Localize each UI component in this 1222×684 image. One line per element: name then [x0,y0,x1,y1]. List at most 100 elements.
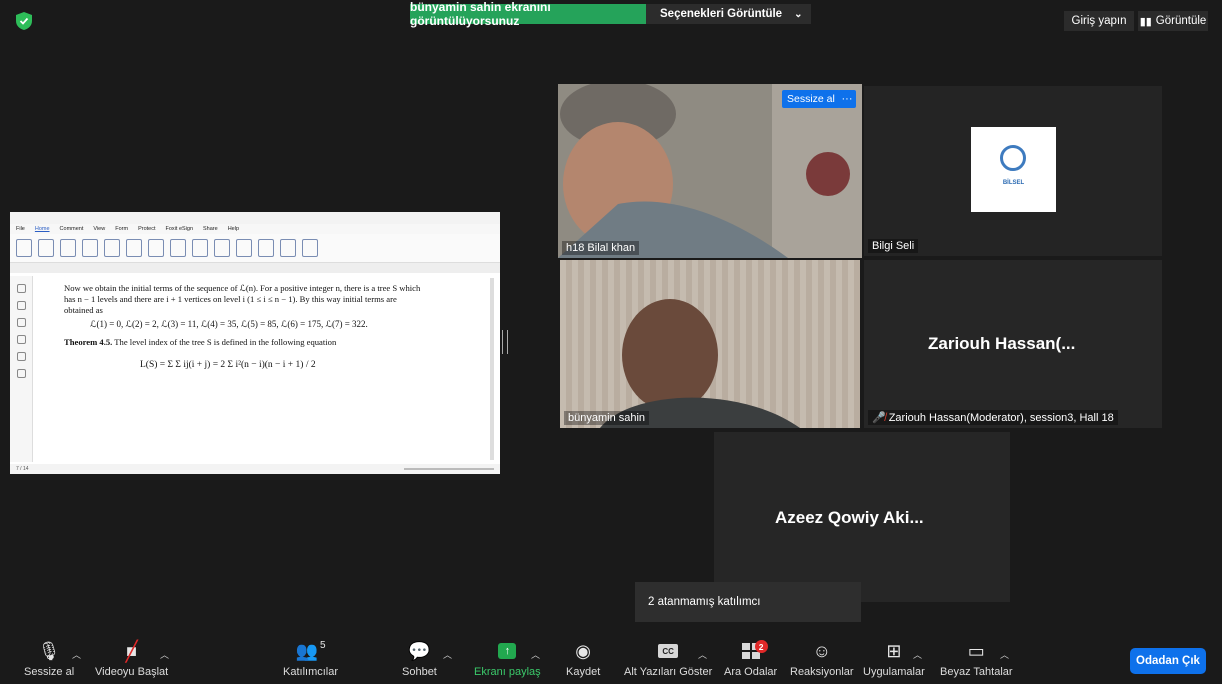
ribbon-tool-icon [280,239,296,257]
video-tile-bilgi-seli[interactable]: BİLSEL Bilgi Seli [864,86,1162,256]
captions-label: Alt Yazıları Göster [624,666,713,678]
mute-participant-button[interactable]: Sessize al [782,90,840,108]
ribbon-tool-icon [38,239,54,257]
view-options-label: Seçenekleri Görüntüle [660,8,783,20]
participant-name-label: 🎤̸ Zariouh Hassan(Moderator), session3, H… [868,410,1118,425]
ribbon-tool-icon [148,239,164,257]
chevron-up-icon[interactable]: ︿ [913,648,922,661]
ribbon-tool-icon [192,239,208,257]
pdf-equation-2: L(S) = Σ Σ ij(i + j) = 2 Σ i²(n − i)(n −… [140,360,316,370]
comment-icon [17,335,26,344]
share-screen-label: Ekranı paylaş [474,666,541,678]
pdf-menu-home: Home [34,226,50,232]
chevron-up-icon[interactable]: ︿ [698,648,707,661]
leave-room-button[interactable]: Odadan Çık [1130,648,1206,674]
theorem-text: The level index of the tree S is defined… [114,337,337,347]
ribbon-tool-icon [258,239,274,257]
ribbon-tool-icon [126,239,142,257]
pdf-menu-form: Form [115,226,129,232]
record-icon: ◉ [575,640,591,661]
resize-divider-handle[interactable] [502,330,508,354]
participants-button[interactable]: 👥 5 Katılımcılar [283,638,339,679]
signature-icon [17,369,26,378]
reactions-button[interactable]: ☺ Reaksiyonlar [790,638,854,679]
attachment-icon [17,352,26,361]
book-globe-icon [1000,145,1026,171]
pdf-menu-protect: Protect [138,226,156,232]
video-tile-zariouh-hassan[interactable]: Zariouh Hassan(... 🎤̸ Zariouh Hassan(Mode… [864,260,1162,428]
pdf-status-bar: 7 / 14 [10,464,500,474]
pdf-paragraph: Now we obtain the initial terms of the s… [64,283,421,315]
sign-in-button[interactable]: Giriş yapın [1064,11,1134,31]
pdf-equation-1: ℒ(1) = 0, ℒ(2) = 2, ℒ(3) = 11, ℒ(4) = 35… [90,319,368,329]
more-options-button[interactable]: ··· [838,90,856,108]
apps-icon: ⊞ [886,640,902,661]
ribbon-tool-icon [16,239,32,257]
participant-name: Zariouh Hassan(Moderator), session3, Hal… [888,412,1114,424]
record-button[interactable]: ◉ Kaydet [566,638,601,679]
ribbon-tool-icon [214,239,230,257]
video-tile-azeez-qowiy[interactable]: Azeez Qowiy Aki... [714,432,1010,602]
pdf-menu-esign: Foxit eSign [165,226,194,232]
pdf-menu-help: Help [227,226,240,232]
shared-screen[interactable]: File Home Comment View Form Protect Foxi… [10,212,500,474]
ribbon-tool-icon [104,239,120,257]
chevron-up-icon[interactable]: ︿ [1000,648,1009,661]
pdf-title-bar [10,212,500,224]
participants-label: Katılımcılar [283,666,339,678]
microphone-muted-icon: 🎤̸ [872,412,886,424]
start-video-button[interactable]: ■ ╱ Videoyu Başlat [95,638,168,679]
apps-label: Uygulamalar [863,666,925,678]
theorem-label: Theorem 4.5. [64,337,113,347]
ribbon-tool-icon [82,239,98,257]
participant-name: h18 Bilal khan [562,241,640,255]
pdf-theorem: Theorem 4.5. The level index of the tree… [64,337,336,347]
pdf-menu-file: File [16,226,25,232]
chat-bubble-icon: 💬 [408,640,431,661]
screen-share-banner: bünyamin sahin ekranını görüntülüyorsunu… [410,0,646,28]
share-arrow-icon: ↑ [498,638,517,664]
whiteboard-icon: ▭ [967,640,985,661]
chat-button[interactable]: 💬 Sohbet [402,638,437,679]
microphone-icon: 🎙 [37,640,61,661]
view-layout-icon: ▮▮ [1139,15,1152,28]
chevron-up-icon[interactable]: ︿ [72,648,81,661]
chevron-up-icon[interactable]: ︿ [443,648,452,661]
view-label: Görüntüle [1155,15,1207,27]
reactions-label: Reaksiyonlar [790,666,854,678]
video-tile-bunyamin-sahin[interactable]: bünyamin sahin [560,260,860,428]
participant-display-name: Azeez Qowiy Aki... [775,508,924,527]
participant-display-name: Zariouh Hassan(... [928,334,1076,353]
video-tile-bilal-khan[interactable]: Sessize al ··· h18 Bilal khan [558,84,862,258]
participant-name: Bilgi Seli [868,239,919,253]
record-label: Kaydet [566,666,601,678]
pdf-tab-bar [10,263,500,273]
chevron-up-icon[interactable]: ︿ [160,648,169,661]
pdf-scrollbar [490,278,494,460]
mute-button[interactable]: 🎙 Sessize al [24,638,74,679]
logo-text: BİLSEL [1002,180,1025,186]
video-feed-image [558,84,862,258]
pdf-zoom-slider [404,468,494,470]
ribbon-tool-icon [236,239,252,257]
page-thumbnail-icon [17,301,26,310]
view-options-button[interactable]: Seçenekleri Görüntüle ⌄ [646,4,811,24]
ribbon-tool-icon [170,239,186,257]
chevron-up-icon[interactable]: ︿ [531,648,540,661]
bookmark-icon [17,284,26,293]
ribbon-tool-icon [60,239,76,257]
view-button[interactable]: ▮▮ Görüntüle [1138,11,1208,31]
security-shield-icon[interactable] [16,12,32,30]
breakout-rooms-label: Ara Odalar [724,666,778,678]
pdf-sidebar [10,276,33,462]
meeting-toolbar: 🎙 Sessize al ︿ ■ ╱ Videoyu Başlat ︿ 👥 5 Ka… [0,634,1222,684]
pdf-page-indicator: 7 / 14 [16,466,29,472]
pdf-menu-view: View [93,226,106,232]
smiley-plus-icon: ☺ [812,640,831,661]
unassigned-participants-toast: 2 atanmamış katılımcı [635,582,861,622]
video-off-icon: ■ ╱ [125,640,138,663]
breakout-badge: 2 [754,640,768,653]
breakout-rooms-button[interactable]: 2 Ara Odalar [724,638,777,678]
ribbon-tool-icon [302,239,318,257]
pdf-menu-share: Share [203,226,218,232]
